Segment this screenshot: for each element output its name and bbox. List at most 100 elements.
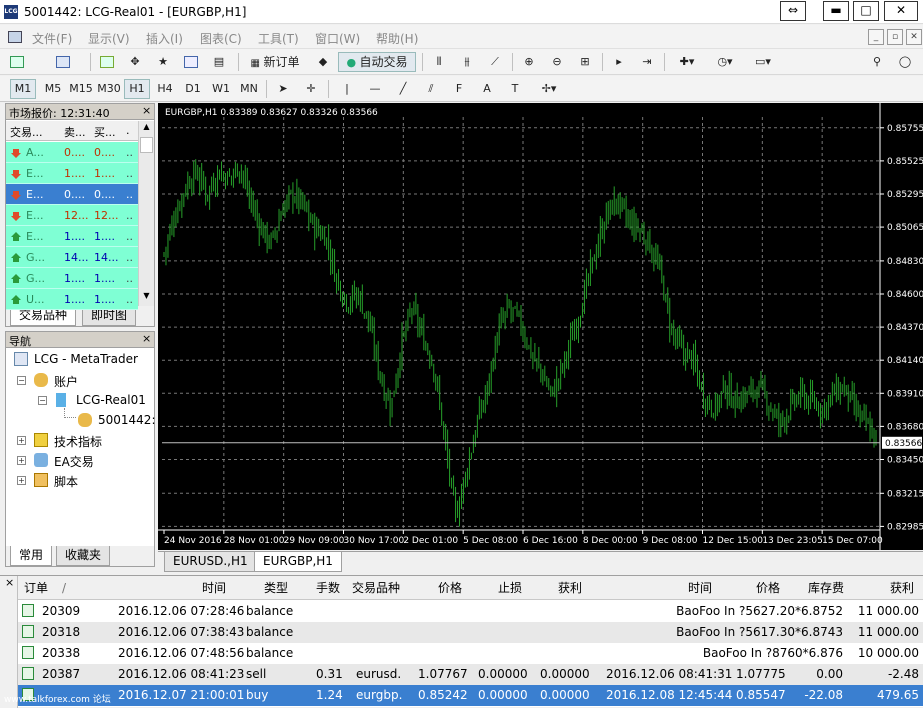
col-ask[interactable]: 买... <box>94 124 116 140</box>
close-icon[interactable]: × <box>5 576 14 589</box>
trendline-icon[interactable]: ╱ <box>392 79 414 99</box>
market-watch-row[interactable]: A... 0.... 0...... <box>6 142 138 163</box>
col-symbol[interactable]: 交易品种 <box>352 576 400 600</box>
tab-common[interactable]: 常用 <box>10 546 53 566</box>
arrows-dropdown-icon[interactable]: ✢▾ <box>532 79 566 99</box>
terminal-icon[interactable] <box>180 52 202 72</box>
col-symbol[interactable]: 交易... <box>10 124 43 140</box>
cursor-icon[interactable]: ➤ <box>272 79 294 99</box>
nav-scripts[interactable]: 脚本 <box>54 473 78 490</box>
fibonacci-icon[interactable]: F <box>448 79 470 99</box>
col-swap[interactable]: 库存费 <box>808 576 844 600</box>
nav-account-number[interactable]: 5001442: <box>98 413 156 427</box>
timeframe-m15[interactable]: M15 <box>68 79 94 99</box>
line-chart-icon[interactable]: ⟋ <box>484 52 506 72</box>
tab-eurgbp-h1[interactable]: EURGBP,H1 <box>254 552 342 572</box>
nav-indicators[interactable]: 技术指标 <box>54 433 102 450</box>
price-chart[interactable]: 0.85755 0.85525 0.85295 0.85065 0.84830 0.846… <box>158 103 923 550</box>
close-icon[interactable]: × <box>142 104 151 117</box>
market-watch-row[interactable]: U... 1.... 1...... <box>6 289 138 310</box>
menu-insert[interactable]: 插入(I) <box>146 30 183 47</box>
col-sl[interactable]: 止损 <box>498 576 522 600</box>
table-row[interactable]: 20387 2016.12.06 08:41:23 sell 0.31 eurusd. 1… <box>18 664 923 685</box>
crosshair-icon[interactable]: ✛ <box>300 79 322 99</box>
candlestick-icon[interactable]: ⫵ <box>456 52 478 72</box>
maximize-button[interactable]: □ <box>853 1 879 21</box>
market-watch-row[interactable]: E... 1.... 1...... <box>6 226 138 247</box>
timeframe-w1[interactable]: W1 <box>208 79 234 99</box>
equidistant-channel-icon[interactable]: ⫽ <box>420 79 442 99</box>
col-bid[interactable]: 卖... <box>64 124 86 140</box>
market-watch-row[interactable]: G... 14... 14..... <box>6 247 138 268</box>
menu-chart[interactable]: 图表(C) <box>200 30 242 47</box>
new-chart-icon[interactable] <box>6 52 28 72</box>
metaeditor-icon[interactable]: ◆ <box>312 52 334 72</box>
timeframe-h4[interactable]: H4 <box>152 79 178 99</box>
autoscroll-icon[interactable]: ▸ <box>608 52 630 72</box>
mdi-minimize-button[interactable]: _ <box>868 29 884 45</box>
col-order[interactable]: 订单 <box>24 576 48 600</box>
market-watch-row[interactable]: G... 1.... 1...... <box>6 268 138 289</box>
market-watch-row[interactable]: E... 1.... 1...... <box>6 163 138 184</box>
periods-dropdown-icon[interactable]: ◷▾ <box>708 52 742 72</box>
menu-view[interactable]: 显示(V) <box>88 30 130 47</box>
mdi-restore-button[interactable]: ▫ <box>887 29 903 45</box>
minimize-button[interactable]: ▬ <box>823 1 849 21</box>
text-label-icon[interactable]: T <box>504 79 526 99</box>
chart-canvas[interactable]: 0.85755 0.85525 0.85295 0.85065 0.84830 0.846… <box>158 103 923 550</box>
menu-window[interactable]: 窗口(W) <box>315 30 360 47</box>
table-row[interactable]: 2016.12.07 21:00:01 buy 1.24 eurgbp. 0.85242… <box>18 685 923 706</box>
new-order-button[interactable]: ▦ 新订单 <box>244 52 306 72</box>
col-sort[interactable]: / <box>62 576 66 600</box>
nav-accounts[interactable]: 账户 <box>54 373 78 390</box>
col-extra[interactable]: . <box>126 124 130 137</box>
timeframe-h1[interactable]: H1 <box>124 79 150 99</box>
market-watch-icon[interactable] <box>96 52 118 72</box>
tab-favorites[interactable]: 收藏夹 <box>56 546 111 566</box>
nav-server[interactable]: LCG-Real01 <box>76 393 146 407</box>
table-row[interactable]: 20318 2016.12.06 07:38:43 balance BaoFoo In… <box>18 622 923 643</box>
tile-windows-icon[interactable]: ⊞ <box>574 52 596 72</box>
timeframe-mn[interactable]: MN <box>236 79 262 99</box>
table-row[interactable]: 20338 2016.12.06 07:48:56 balance BaoFoo In… <box>18 643 923 664</box>
navigator-icon[interactable]: ★ <box>152 52 174 72</box>
tester-icon[interactable]: ▤ <box>208 52 230 72</box>
market-watch-scrollbar[interactable]: ▲ ▼ <box>138 121 154 307</box>
col-profit[interactable]: 获利 <box>890 576 914 600</box>
zoom-out-icon[interactable]: ⊖ <box>546 52 568 72</box>
col-close-time[interactable]: 时间 <box>688 576 712 600</box>
scroll-up-icon[interactable]: ▲ <box>140 122 153 136</box>
table-row[interactable]: 20309 2016.12.06 07:28:46 balance BaoFoo In… <box>18 601 923 622</box>
timeframe-m30[interactable]: M30 <box>96 79 122 99</box>
zoom-in-icon[interactable]: ⊕ <box>518 52 540 72</box>
col-type[interactable]: 类型 <box>264 576 288 600</box>
mdi-close-button[interactable]: ✕ <box>906 29 922 45</box>
collapse-icon[interactable]: − <box>38 396 47 405</box>
profiles-icon[interactable] <box>52 52 74 72</box>
nav-expert-advisors[interactable]: EA交易 <box>54 453 94 470</box>
data-window-icon[interactable]: ✥ <box>124 52 146 72</box>
templates-dropdown-icon[interactable]: ▭▾ <box>746 52 780 72</box>
bar-chart-icon[interactable]: ⫴ <box>428 52 450 72</box>
search-icon[interactable]: ⚲ <box>866 52 888 72</box>
collapse-icon[interactable]: − <box>17 376 26 385</box>
market-watch-row[interactable]: E... 0.... 0...... <box>6 184 138 205</box>
col-time[interactable]: 时间 <box>202 576 226 600</box>
timeframe-d1[interactable]: D1 <box>180 79 206 99</box>
menu-tools[interactable]: 工具(T) <box>258 30 299 47</box>
col-price[interactable]: 价格 <box>438 576 462 600</box>
col-tp[interactable]: 获利 <box>558 576 582 600</box>
timeframe-m1[interactable]: M1 <box>10 79 36 99</box>
horizontal-line-icon[interactable]: — <box>364 79 386 99</box>
scroll-down-icon[interactable]: ▼ <box>140 291 153 305</box>
auto-trading-button[interactable]: ● 自动交易 <box>338 52 416 72</box>
expand-icon[interactable]: + <box>17 436 26 445</box>
tab-eurusd-h1[interactable]: EURUSD.,H1 <box>164 552 257 572</box>
restore-size-button[interactable]: ⇔ <box>780 1 806 21</box>
close-icon[interactable]: × <box>142 332 151 345</box>
close-button[interactable]: ✕ <box>884 1 918 21</box>
market-watch-row[interactable]: E... 12... 12..... <box>6 205 138 226</box>
timeframe-m5[interactable]: M5 <box>40 79 66 99</box>
indicators-dropdown-icon[interactable]: ✚▾ <box>670 52 704 72</box>
text-icon[interactable]: A <box>476 79 498 99</box>
